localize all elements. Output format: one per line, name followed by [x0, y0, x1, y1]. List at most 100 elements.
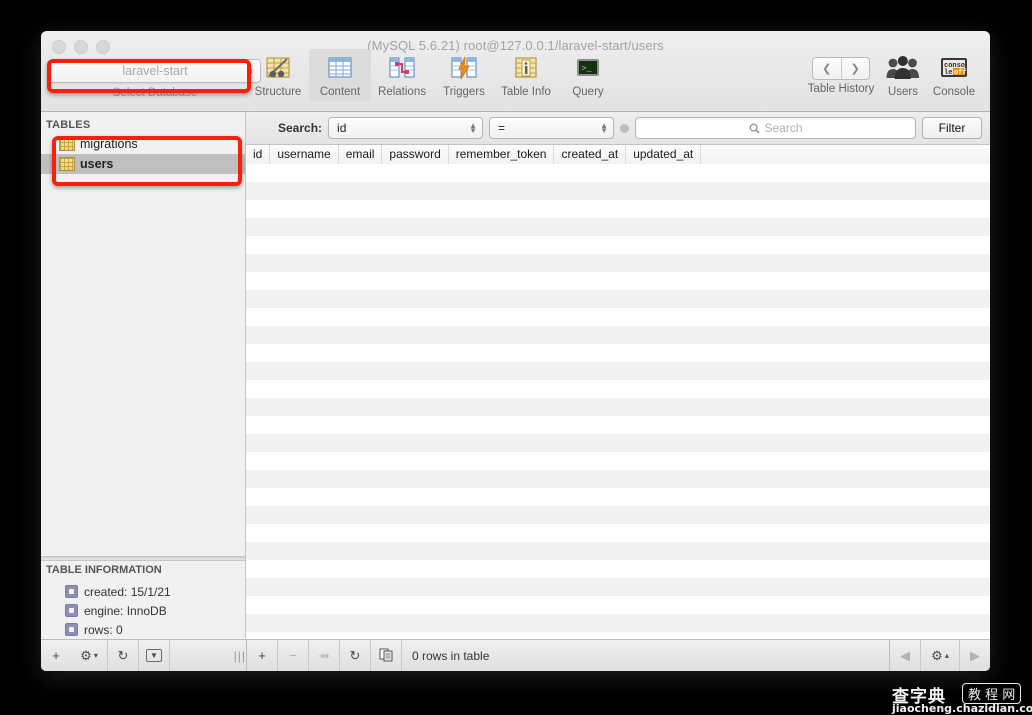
- remove-row-icon[interactable]: −: [278, 640, 309, 671]
- table-information-header: TABLE INFORMATION: [46, 564, 162, 576]
- refresh-tables-icon[interactable]: ↻: [108, 640, 139, 671]
- tab-structure[interactable]: Structure: [247, 49, 309, 98]
- grid-row: [246, 182, 990, 200]
- search-input-placeholder: Search: [764, 121, 803, 135]
- grid-row: [246, 488, 990, 506]
- updown-stepper-icon: ▲ ▼: [469, 121, 478, 135]
- svg-text:>_: >_: [581, 64, 592, 74]
- content-grid-icon: [309, 53, 371, 83]
- grid-row: [246, 236, 990, 254]
- pane-resize-handle[interactable]: |||: [234, 649, 246, 663]
- grid-row: [246, 614, 990, 632]
- info-item-text: created: 15/1/21: [84, 584, 171, 599]
- table-column-headers: id username email password remember_toke…: [246, 145, 990, 165]
- console-button[interactable]: conso le off Console: [926, 49, 982, 98]
- sidebar-splitter[interactable]: [41, 556, 245, 561]
- database-selector-group: laravel-start ▲ ▼ Select Database: [49, 59, 261, 99]
- grid-row: [246, 272, 990, 290]
- table-info-icon: [495, 53, 557, 83]
- bullet-icon: [65, 585, 78, 598]
- tab-content-label: Content: [319, 86, 361, 98]
- results-grid[interactable]: [246, 164, 990, 640]
- duplicate-row-icon[interactable]: ⇸: [309, 640, 340, 671]
- gear-menu-icon[interactable]: ⚙ ▾: [71, 640, 108, 671]
- toolbar-right-tools: ❮ ❯ Table History Users conso le off Con…: [802, 49, 982, 98]
- query-terminal-icon: >_: [557, 53, 619, 83]
- info-item-rows: rows: 0: [65, 620, 241, 639]
- grid-row: [246, 380, 990, 398]
- grid-row: [246, 200, 990, 218]
- column-header-updated-at[interactable]: updated_at: [626, 145, 702, 164]
- database-select-value: laravel-start: [122, 64, 188, 78]
- tab-structure-label: Structure: [254, 86, 302, 98]
- pager-toolbar: ◀ ⚙ ▴ ▶: [889, 640, 990, 671]
- grid-row: [246, 398, 990, 416]
- add-table-icon[interactable]: +: [41, 640, 71, 671]
- grid-row: [246, 218, 990, 236]
- relations-icon: [371, 53, 433, 83]
- history-forward-button[interactable]: ❯: [842, 58, 870, 79]
- column-header-email[interactable]: email: [339, 145, 383, 164]
- gear-glyph: ⚙: [80, 647, 92, 663]
- console-off-icon: conso le off: [926, 53, 982, 83]
- pager-gear-icon[interactable]: ⚙ ▴: [921, 640, 960, 671]
- refresh-rows-icon[interactable]: ↻: [340, 640, 371, 671]
- grid-row: [246, 470, 990, 488]
- next-page-icon[interactable]: ▶: [960, 640, 990, 671]
- back-forward-icon[interactable]: ❮ ❯: [812, 57, 870, 80]
- sidebar-item-users[interactable]: users: [41, 154, 245, 174]
- tab-content[interactable]: Content: [309, 49, 371, 102]
- grid-row: [246, 308, 990, 326]
- table-icon: [59, 137, 75, 151]
- tables-header: TABLES: [46, 119, 91, 131]
- info-item-created: created: 15/1/21: [65, 582, 241, 601]
- window-body: TABLES migrations users TABLE INFORMATIO…: [41, 112, 990, 671]
- add-row-icon[interactable]: +: [247, 640, 278, 671]
- sidebar-toolbar: + ⚙ ▾ ↻ ▼ |||: [41, 640, 247, 671]
- rows-count-label: 0 rows in table: [412, 648, 490, 663]
- users-icon: [880, 53, 926, 83]
- rows-toolbar: + − ⇸ ↻: [247, 640, 402, 671]
- svg-text:off: off: [954, 69, 967, 77]
- filter-tables-icon[interactable]: ▼: [139, 640, 170, 671]
- filter-field-select[interactable]: id ▲ ▼: [328, 117, 484, 139]
- table-history-control[interactable]: ❮ ❯ Table History: [802, 49, 880, 95]
- grid-row: [246, 416, 990, 434]
- users-button[interactable]: Users: [880, 49, 926, 98]
- tab-relations[interactable]: Relations: [371, 49, 433, 98]
- search-label: Search:: [278, 121, 323, 135]
- pager-gear-glyph: ⚙: [931, 647, 943, 663]
- tab-query-label: Query: [572, 86, 604, 98]
- sequel-pro-window: (MySQL 5.6.21) root@127.0.0.1/laravel-st…: [41, 31, 990, 671]
- tab-query[interactable]: >_ Query: [557, 49, 619, 98]
- column-header-id[interactable]: id: [246, 145, 271, 164]
- tab-relations-label: Relations: [378, 86, 426, 98]
- sidebar-item-label: users: [80, 157, 114, 171]
- grid-row: [246, 290, 990, 308]
- filter-button[interactable]: Filter: [922, 117, 982, 139]
- add-filter-condition-button[interactable]: [620, 123, 630, 133]
- watermark: 查字典 教 程 网 jiaocheng.chazidian.com: [890, 680, 1032, 715]
- history-back-button[interactable]: ❮: [813, 58, 842, 79]
- column-header-created-at[interactable]: created_at: [554, 145, 627, 164]
- filter-operator-select[interactable]: = ▲ ▼: [489, 117, 615, 139]
- grid-row: [246, 452, 990, 470]
- grid-row: [246, 326, 990, 344]
- content-pane: Search: id ▲ ▼ = ▲ ▼ Search Filter id us…: [246, 112, 990, 640]
- tab-triggers[interactable]: Triggers: [433, 49, 495, 98]
- previous-page-icon[interactable]: ◀: [890, 640, 921, 671]
- watermark-url: jiaocheng.chazidian.com: [892, 702, 1032, 715]
- copy-rows-icon[interactable]: [371, 640, 402, 671]
- search-input[interactable]: Search: [635, 117, 916, 139]
- grid-row: [246, 578, 990, 596]
- column-header-username[interactable]: username: [270, 145, 339, 164]
- triggers-icon: [433, 53, 495, 83]
- column-header-remember-token[interactable]: remember_token: [449, 145, 555, 164]
- column-header-password[interactable]: password: [382, 145, 449, 164]
- filter-operator-value: =: [498, 121, 506, 135]
- tab-table-info[interactable]: Table Info: [495, 49, 557, 98]
- window-toolbar: (MySQL 5.6.21) root@127.0.0.1/laravel-st…: [41, 31, 990, 112]
- database-select[interactable]: laravel-start ▲ ▼: [49, 59, 261, 83]
- filter-bar: Search: id ▲ ▼ = ▲ ▼ Search Filter: [246, 112, 990, 145]
- sidebar-item-migrations[interactable]: migrations: [41, 134, 245, 154]
